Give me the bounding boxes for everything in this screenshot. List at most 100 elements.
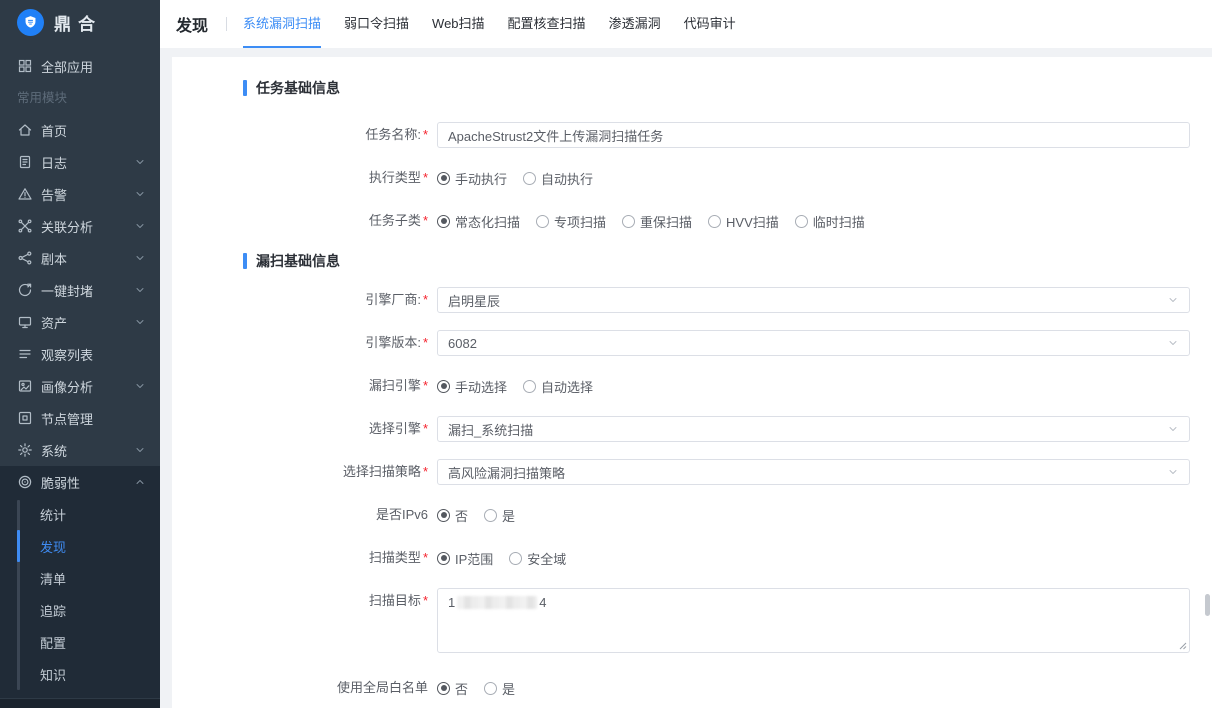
exec-type-option-0[interactable]: 手动执行 [437, 169, 507, 188]
sidebar-item-node-management[interactable]: 节点管理 [0, 402, 160, 434]
select-engine-select[interactable]: 漏扫_系统扫描 [437, 416, 1190, 442]
sidebar-item-watchlist[interactable]: 观察列表 [0, 338, 160, 370]
is-ipv6-option-1[interactable]: 是 [484, 506, 515, 525]
sidebar-item-vulnerability[interactable]: 脆弱性 [0, 466, 160, 498]
form-row-task-subclass: 任务子类*常态化扫描专项扫描重保扫描 HVV扫描临时扫描 [172, 208, 1190, 234]
asset-icon [17, 314, 33, 330]
tab-code-audit[interactable]: 代码审计 [684, 0, 736, 48]
sidebar-item-home[interactable]: 首页 [0, 114, 160, 146]
target-icon [17, 474, 33, 490]
tab-system-vuln-scan[interactable]: 系统漏洞扫描 [243, 0, 321, 48]
field-label-text: 执行类型 [369, 170, 421, 185]
sidebar-section-label: 常用模块 [0, 82, 160, 114]
engine-version-select[interactable]: 6082 [437, 330, 1190, 356]
use-global-whitelist-option-1[interactable]: 是 [484, 679, 515, 698]
sidebar-item-assets[interactable]: 资产 [0, 306, 160, 338]
link-analysis-icon [17, 218, 33, 234]
sidebar-item-alerts[interactable]: 告警 [0, 178, 160, 210]
scan-type-option-1[interactable]: 安全域 [509, 549, 566, 568]
sidebar-item-playbook[interactable]: 剧本 [0, 242, 160, 274]
sidebar-item-discovery[interactable]: 发现 [0, 530, 160, 562]
field-control: 手动执行自动执行 [437, 165, 1190, 191]
use-global-whitelist-option-0[interactable]: 否 [437, 679, 468, 698]
topbar: 发现 系统漏洞扫描弱口令扫描 Web扫描配置核查扫描渗透漏洞代码审计 [160, 0, 1212, 48]
chevron-down-icon [1167, 466, 1179, 478]
scan-type-option-0[interactable]: IP范围 [437, 549, 493, 568]
is-ipv6-radio-group: 否是 [437, 502, 1190, 528]
app-root: 鼎合 全部应用 常用模块 首页日志告警关联分析剧本一键封堵资产观察列表画像分析节… [0, 0, 1212, 708]
image-analysis-icon [17, 378, 33, 394]
sidebar-subitem-label: 知识 [40, 665, 66, 684]
task-subclass-option-2[interactable]: 重保扫描 [622, 212, 692, 231]
use-global-whitelist-radio-group: 否是 [437, 675, 1190, 701]
select-scan-policy-select[interactable]: 高风险漏洞扫描策略 [437, 459, 1190, 485]
task-subclass-radio-group: 常态化扫描专项扫描重保扫描 HVV扫描临时扫描 [437, 208, 1190, 234]
field-label-text: 引擎版本: [365, 335, 421, 350]
sidebar-item-trace[interactable]: 追踪 [0, 594, 160, 626]
chevron-down-icon [134, 380, 146, 392]
sidebar-item-list[interactable]: 清单 [0, 562, 160, 594]
sidebar-item-label: 资产 [41, 313, 67, 332]
tab-web-scan[interactable]: Web扫描 [432, 0, 485, 48]
scrollbar-thumb[interactable] [1205, 594, 1210, 616]
field-label-text: 漏扫引擎 [369, 378, 421, 393]
sidebar: 鼎合 全部应用 常用模块 首页日志告警关联分析剧本一键封堵资产观察列表画像分析节… [0, 0, 160, 708]
sidebar-bottom-strip [0, 699, 160, 708]
task-subclass-option-0[interactable]: 常态化扫描 [437, 212, 520, 231]
sidebar-item-label: 全部应用 [41, 57, 93, 76]
exec-type-option-1[interactable]: 自动执行 [523, 169, 593, 188]
sidebar-item-all-apps[interactable]: 全部应用 [0, 50, 160, 82]
chevron-up-icon [134, 476, 146, 488]
is-ipv6-option-0[interactable]: 否 [437, 506, 468, 525]
sidebar-item-knowledge[interactable]: 知识 [0, 658, 160, 690]
task-subclass-option-4[interactable]: 临时扫描 [795, 212, 865, 231]
task-subclass-option-1[interactable]: 专项扫描 [536, 212, 606, 231]
field-label: 任务子类* [172, 208, 437, 234]
page-title: 发现 [176, 12, 208, 36]
vuln-scan-engine-option-0[interactable]: 手动选择 [437, 377, 507, 396]
form-row-select-engine: 选择引擎*漏扫_系统扫描 [172, 416, 1190, 442]
home-icon [17, 122, 33, 138]
scan-target-textarea[interactable]: 14 [437, 588, 1190, 653]
sidebar-item-system[interactable]: 系统 [0, 434, 160, 466]
field-label: 扫描目标* [172, 588, 437, 614]
brand-logo[interactable]: 鼎合 [0, 0, 160, 44]
chevron-down-icon [134, 156, 146, 168]
chevron-down-icon [134, 220, 146, 232]
vuln-scan-engine-option-1[interactable]: 自动选择 [523, 377, 593, 396]
task-name-input[interactable]: ApacheStrust2文件上传漏洞扫描任务 [437, 122, 1190, 148]
sidebar-item-profile-analysis[interactable]: 画像分析 [0, 370, 160, 402]
field-label: 选择引擎* [172, 416, 437, 442]
field-label-text: 使用全局白名单 [337, 680, 428, 695]
required-asterisk: * [423, 170, 428, 185]
sidebar-item-label: 首页 [41, 121, 67, 140]
form-row-scan-target: 扫描目标*14 [172, 588, 1190, 653]
radio-unchecked-icon [523, 380, 536, 393]
tab-penetration-vuln[interactable]: 渗透漏洞 [609, 0, 661, 48]
engine-vendor-select[interactable]: 启明星辰 [437, 287, 1190, 313]
sidebar-item-one-key-block[interactable]: 一键封堵 [0, 274, 160, 306]
exec-type-radio-group: 手动执行自动执行 [437, 165, 1190, 191]
tab-weak-password-scan[interactable]: 弱口令扫描 [344, 0, 409, 48]
form-row-exec-type: 执行类型* 手动执行自动执行 [172, 165, 1190, 191]
sidebar-group-vulnerability: 脆弱性统计发现清单追踪配置知识 [0, 466, 160, 698]
sidebar-subitem-label: 配置 [40, 633, 66, 652]
select-value: 6082 [448, 336, 477, 351]
field-label-text: 选择扫描策略 [343, 464, 421, 479]
field-label-text: 任务名称: [365, 127, 421, 142]
sidebar-item-label: 告警 [41, 185, 67, 204]
radio-checked-icon [437, 215, 450, 228]
sidebar-item-logs[interactable]: 日志 [0, 146, 160, 178]
sidebar-item-statistics[interactable]: 统计 [0, 498, 160, 530]
radio-label: 手动执行 [455, 169, 507, 188]
sidebar-item-label: 一键封堵 [41, 281, 93, 300]
radio-unchecked-icon [484, 509, 497, 522]
gear-icon [17, 442, 33, 458]
chevron-down-icon [134, 284, 146, 296]
form-row-select-scan-policy: 选择扫描策略*高风险漏洞扫描策略 [172, 459, 1190, 485]
section-header: 漏扫基础信息 [243, 251, 1190, 271]
task-subclass-option-3[interactable]: HVV扫描 [708, 212, 779, 231]
sidebar-item-config[interactable]: 配置 [0, 626, 160, 658]
tab-config-check-scan[interactable]: 配置核查扫描 [508, 0, 586, 48]
sidebar-item-correlation-analysis[interactable]: 关联分析 [0, 210, 160, 242]
